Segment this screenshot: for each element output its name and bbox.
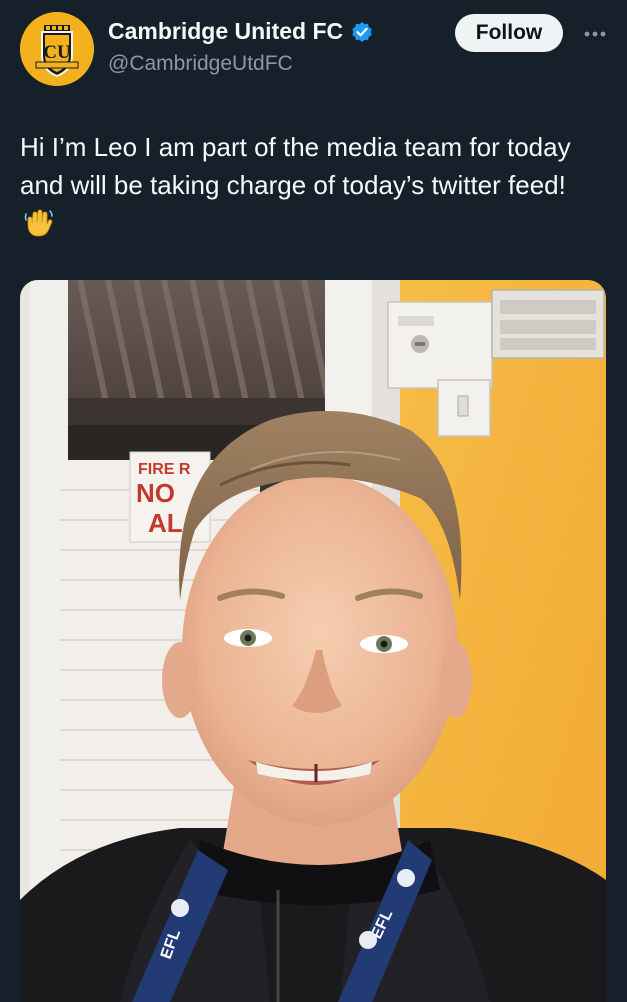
name-row: Cambridge United FC xyxy=(108,18,373,45)
avatar-text: CU xyxy=(43,42,71,63)
follow-button[interactable]: Follow xyxy=(455,14,563,52)
handle[interactable]: @CambridgeUtdFC xyxy=(108,52,293,76)
more-options-button[interactable] xyxy=(578,22,612,46)
verified-badge-icon xyxy=(351,21,373,43)
sign-line-1: FIRE R xyxy=(138,461,191,478)
tweet-header: CU Cambridge United FC @CambridgeUtdFC F… xyxy=(0,0,627,100)
sign-line-3: AL xyxy=(148,508,183,538)
club-crest-icon: CU xyxy=(20,12,94,86)
waving-hand-icon xyxy=(24,208,54,238)
avatar[interactable]: CU xyxy=(20,12,94,86)
display-name[interactable]: Cambridge United FC xyxy=(108,18,343,45)
tweet-text: Hi I’m Leo I am part of the media team f… xyxy=(20,128,600,242)
more-dots-icon xyxy=(584,31,606,37)
sign-line-2: NO xyxy=(136,478,175,508)
tweet-photo[interactable]: FIRE R NO AL EFL EFL xyxy=(20,280,606,1002)
tweet-body: Hi I’m Leo I am part of the media team f… xyxy=(20,132,571,200)
